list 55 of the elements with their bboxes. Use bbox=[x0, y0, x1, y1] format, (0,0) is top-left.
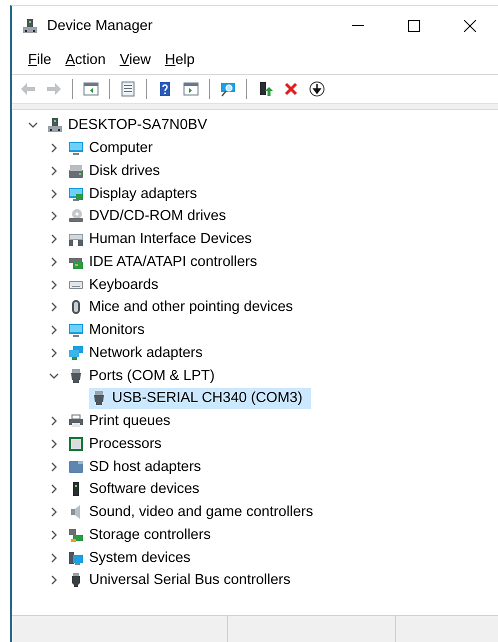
computer-icon bbox=[47, 117, 63, 134]
disk-drive-icon bbox=[68, 162, 84, 179]
forward-arrow-icon bbox=[46, 81, 62, 97]
disc-drive-icon bbox=[68, 208, 84, 224]
action-pane-icon bbox=[183, 81, 199, 97]
tree-item[interactable]: DVD/CD-ROM drives bbox=[66, 206, 235, 227]
download-icon bbox=[309, 81, 325, 97]
system-icon bbox=[68, 550, 84, 566]
tree-item[interactable]: Sound, video and game controllers bbox=[66, 502, 322, 523]
tree-item[interactable]: SD host adapters bbox=[66, 456, 210, 478]
display-adapter-icon bbox=[68, 186, 84, 202]
monitor-icon bbox=[68, 140, 84, 156]
scan-monitor-icon bbox=[220, 81, 236, 97]
tree-item[interactable]: Monitors bbox=[66, 320, 154, 341]
tree-item[interactable]: Network adapters bbox=[66, 342, 212, 364]
tree-item[interactable]: Disk drives bbox=[66, 160, 169, 182]
console-tree-icon bbox=[83, 81, 99, 97]
menu-item[interactable]: View bbox=[114, 50, 157, 70]
minimize-icon bbox=[352, 25, 364, 27]
menu-item[interactable]: Help bbox=[158, 50, 201, 70]
tree-item[interactable]: IDE ATA/ATAPI controllers bbox=[66, 251, 266, 272]
tree-item[interactable]: USB-SERIAL CH340 (COM3) bbox=[89, 388, 312, 409]
printer-icon bbox=[68, 413, 84, 430]
input-device-icon bbox=[68, 231, 84, 248]
monitor-icon bbox=[68, 322, 84, 338]
tree-item[interactable]: Storage controllers bbox=[66, 524, 220, 546]
menu-item[interactable]: File bbox=[22, 50, 58, 70]
tree-item[interactable]: Computer bbox=[66, 138, 162, 159]
sd-card-icon bbox=[68, 458, 84, 475]
processor-icon bbox=[68, 436, 84, 452]
help-icon bbox=[157, 81, 173, 97]
back-arrow-icon bbox=[20, 81, 36, 97]
tree-item[interactable]: Software devices bbox=[66, 478, 208, 500]
tree-item[interactable]: Universal Serial Bus controllers bbox=[66, 570, 300, 591]
properties-icon bbox=[120, 81, 136, 97]
maximize-icon bbox=[408, 20, 420, 32]
port-icon bbox=[91, 390, 107, 406]
close-icon bbox=[464, 20, 476, 32]
tree-item[interactable]: Keyboards bbox=[66, 274, 168, 296]
computer-icon bbox=[22, 18, 38, 34]
tree-item[interactable]: Human Interface Devices bbox=[66, 228, 261, 250]
port-icon bbox=[68, 368, 84, 384]
network-icon bbox=[68, 344, 84, 361]
uninstall-icon bbox=[283, 81, 299, 97]
tree-item[interactable]: Mice and other pointing devices bbox=[66, 296, 302, 318]
tree-item[interactable]: DESKTOP-SA7N0BV bbox=[45, 114, 216, 136]
tree-item[interactable]: Display adapters bbox=[66, 183, 206, 204]
tree-item[interactable]: Processors bbox=[66, 433, 171, 454]
menu-item[interactable]: Action bbox=[59, 50, 112, 70]
tree-item[interactable]: Ports (COM & LPT) bbox=[66, 365, 224, 386]
tree-item[interactable]: Print queues bbox=[66, 410, 180, 432]
storage-controller-icon bbox=[68, 526, 84, 543]
tree-item[interactable]: System devices bbox=[66, 547, 200, 568]
update-driver-icon bbox=[257, 81, 273, 97]
window-title: Device Manager bbox=[47, 18, 154, 34]
